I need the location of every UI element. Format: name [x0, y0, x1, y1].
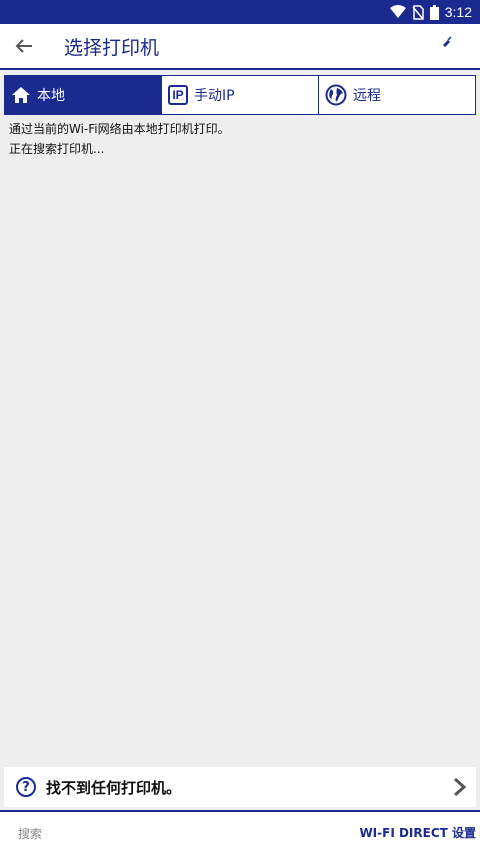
info-description: 通过当前的Wi-Fi网络由本地打印机打印。	[9, 122, 230, 136]
status-time: 3:12	[444, 4, 472, 20]
tab-manual-ip-label: 手动IP	[194, 88, 235, 104]
tab-local-label: 本地	[37, 88, 65, 104]
search-button[interactable]: 搜索	[18, 825, 42, 842]
printer-not-found-label: 找不到任何打印机。	[46, 779, 182, 797]
back-arrow-icon	[15, 39, 32, 53]
wifi-direct-settings-button[interactable]: WI-FI DIRECT 设置	[359, 824, 476, 841]
connection-tabs: 本地 IP 手动IP 远程	[4, 75, 476, 115]
pin-button[interactable]	[438, 34, 454, 50]
globe-icon	[325, 84, 347, 106]
home-icon	[12, 87, 30, 103]
status-bar: 3:12	[0, 0, 480, 24]
help-icon: ?	[16, 777, 36, 797]
tab-remote[interactable]: 远程	[319, 76, 475, 114]
printer-not-found-row[interactable]: ? 找不到任何打印机。	[4, 767, 476, 807]
tab-local[interactable]: 本地	[5, 76, 162, 114]
back-button[interactable]	[10, 34, 38, 58]
tab-manual-ip[interactable]: IP 手动IP	[162, 76, 319, 114]
status-icons: 3:12	[389, 3, 472, 21]
bottom-bar: 搜索 WI-FI DIRECT 设置	[0, 810, 480, 854]
pin-icon	[443, 36, 452, 47]
app-bar: 选择打印机	[0, 24, 480, 70]
main-content: 本地 IP 手动IP 远程 通过当前的Wi-Fi网络由本地打印机打印。 正在搜索…	[0, 70, 480, 810]
page-title: 选择打印机	[64, 37, 160, 59]
chevron-right-icon	[454, 777, 467, 797]
searching-status: 正在搜索打印机...	[9, 142, 105, 156]
battery-icon	[429, 4, 439, 20]
ip-icon: IP	[168, 85, 188, 105]
wifi-icon	[389, 5, 406, 18]
no-sim-icon	[412, 4, 424, 20]
tab-remote-label: 远程	[353, 88, 381, 104]
